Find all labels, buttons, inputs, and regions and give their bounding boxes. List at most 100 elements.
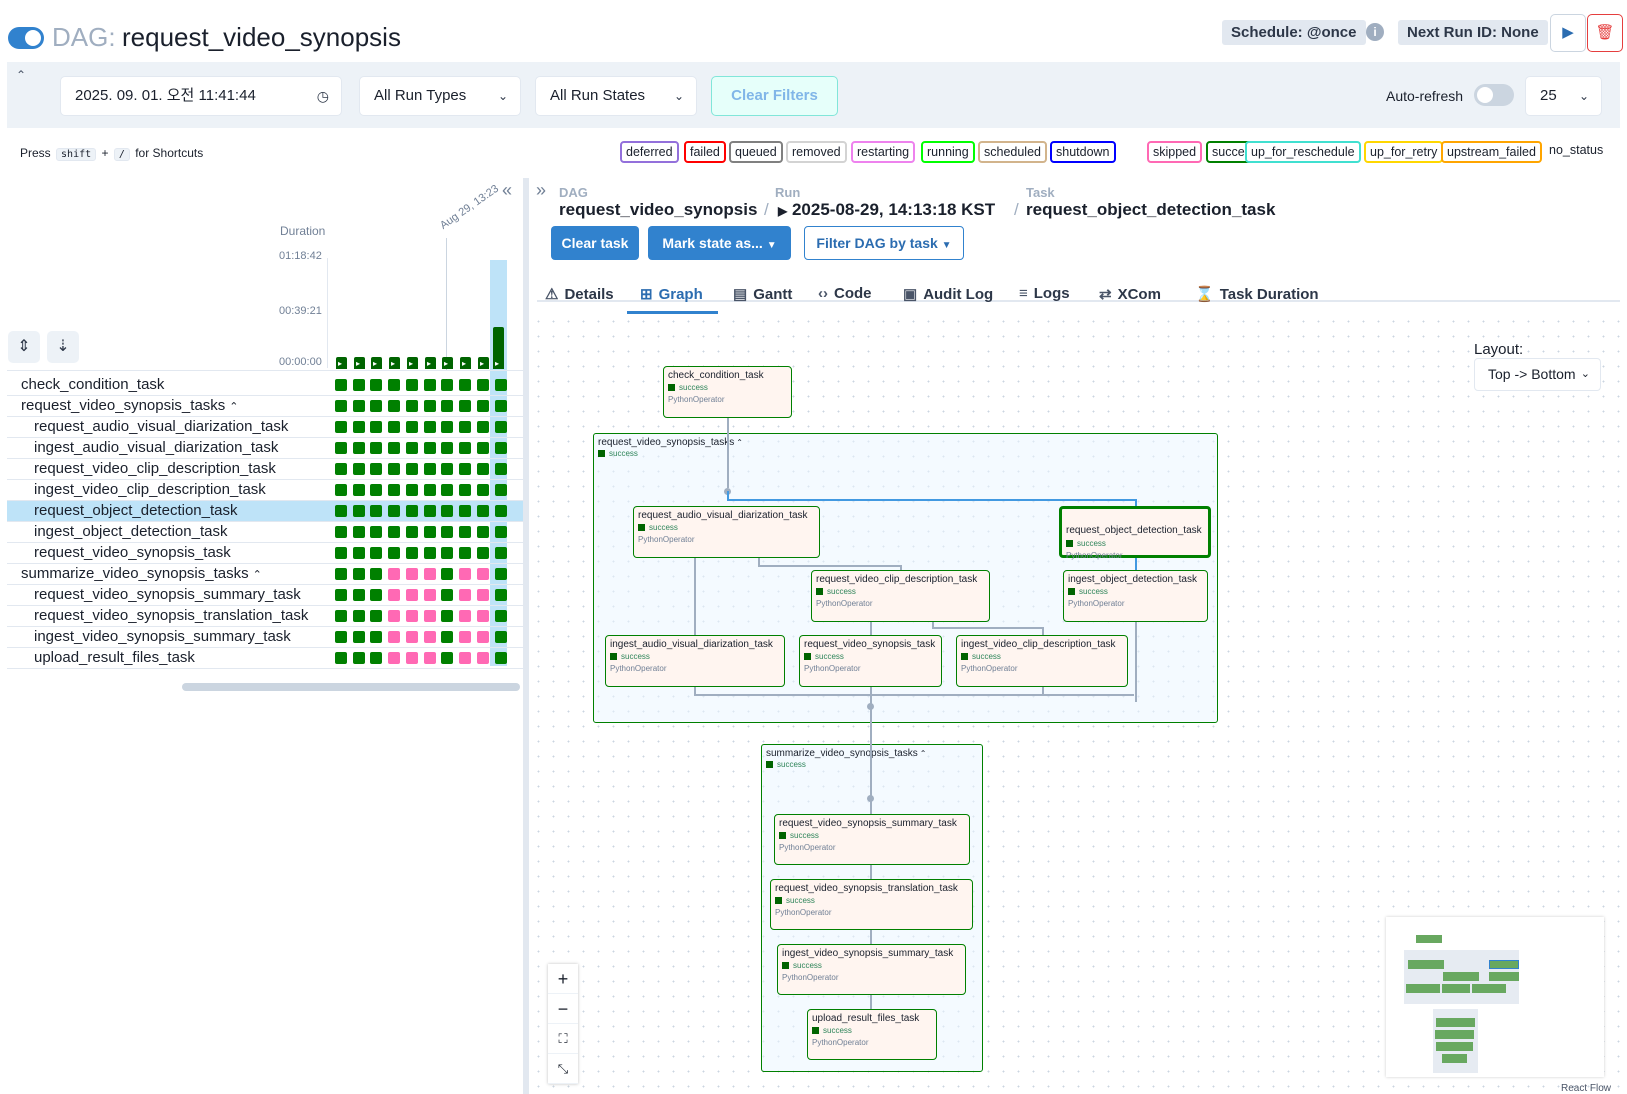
task-instance-cell[interactable] [477,379,489,391]
task-instance-cell[interactable] [406,610,418,622]
task-instance-cell[interactable] [335,547,347,559]
task-instance-cell[interactable] [353,505,365,517]
task-instance-cell[interactable] [370,547,382,559]
task-instance-cell[interactable] [370,463,382,475]
zoom-out-button[interactable]: − [548,994,578,1024]
task-node-tr[interactable]: request_video_synopsis_translation_task s… [770,879,973,930]
task-instance-cell[interactable] [424,505,436,517]
trigger-dag-button[interactable]: ▶ [1550,14,1586,52]
task-instance-cell[interactable] [335,505,347,517]
task-node-sum[interactable]: request_video_synopsis_summary_task succe… [774,814,970,865]
task-instance-cell[interactable] [353,652,365,664]
legend-removed[interactable]: removed [786,141,847,163]
task-name[interactable]: request_object_detection_task [34,502,237,519]
task-instance-cell[interactable] [424,484,436,496]
legend-restarting[interactable]: restarting [851,141,916,163]
task-group-row[interactable]: summarize_video_synopsis_tasks ⌃ [7,564,523,585]
task-instance-cell[interactable] [495,442,507,454]
task-instance-cell[interactable] [495,421,507,433]
task-instance-cell[interactable] [406,400,418,412]
task-instance-cell[interactable] [495,631,507,643]
expand-all-button[interactable]: ⇕ [8,331,40,363]
task-instance-cell[interactable] [459,484,471,496]
task-instance-cell[interactable] [370,505,382,517]
task-instance-cell[interactable] [477,652,489,664]
task-instance-cell[interactable] [459,631,471,643]
legend-queued[interactable]: queued [729,141,783,163]
react-flow-attribution[interactable]: React Flow [1561,1083,1611,1094]
task-instance-cell[interactable] [335,442,347,454]
task-instance-cell[interactable] [441,547,453,559]
run-states-select[interactable]: All Run States ⌄ [535,76,697,116]
collapse-grid-icon[interactable]: « [502,180,512,201]
task-instance-cell[interactable] [388,568,400,580]
task-instance-cell[interactable] [353,421,365,433]
task-instance-cell[interactable] [495,379,507,391]
task-instance-cell[interactable] [388,505,400,517]
task-instance-cell[interactable] [406,526,418,538]
task-instance-cell[interactable] [441,421,453,433]
task-instance-cell[interactable] [424,463,436,475]
task-instance-cell[interactable] [495,400,507,412]
task-instance-cell[interactable] [441,652,453,664]
task-row[interactable]: request_audio_visual_diarization_task [7,417,523,438]
task-instance-cell[interactable] [353,547,365,559]
task-row[interactable]: ingest_video_synopsis_summary_task [7,627,523,648]
task-row[interactable]: ingest_object_detection_task [7,522,523,543]
collapse-all-button[interactable]: ⇣ [47,331,79,363]
tab-xcom[interactable]: ⇄ XCom [1099,285,1161,303]
run-duration-bar[interactable] [336,357,347,369]
task-instance-cell[interactable] [370,442,382,454]
info-icon[interactable]: i [1366,23,1384,41]
task-instance-cell[interactable] [441,568,453,580]
run-duration-bar[interactable] [493,327,504,369]
task-row[interactable]: check_condition_task [7,375,523,396]
task-instance-cell[interactable] [459,400,471,412]
tab-graph[interactable]: ⊞ Graph [640,285,703,303]
task-instance-cell[interactable] [495,484,507,496]
task-instance-cell[interactable] [353,379,365,391]
minimap[interactable] [1386,917,1604,1077]
task-instance-cell[interactable] [335,589,347,601]
legend-skipped[interactable]: skipped [1147,141,1203,163]
task-instance-cell[interactable] [353,484,365,496]
task-name[interactable]: ingest_video_clip_description_task [34,481,266,498]
task-instance-cell[interactable] [495,652,507,664]
breadcrumb-run[interactable]: ▶ 2025-08-29, 14:13:18 KST [778,200,995,220]
task-instance-cell[interactable] [441,379,453,391]
task-instance-cell[interactable] [406,379,418,391]
task-instance-cell[interactable] [459,505,471,517]
task-instance-cell[interactable] [335,610,347,622]
task-instance-cell[interactable] [441,442,453,454]
task-instance-cell[interactable] [477,568,489,580]
task-instance-cell[interactable] [495,526,507,538]
task-instance-cell[interactable] [477,442,489,454]
task-instance-cell[interactable] [335,652,347,664]
task-instance-cell[interactable] [424,547,436,559]
task-instance-cell[interactable] [353,610,365,622]
task-instance-cell[interactable] [370,610,382,622]
clear-filters-button[interactable]: Clear Filters [711,76,838,116]
task-instance-cell[interactable] [459,568,471,580]
task-instance-cell[interactable] [424,442,436,454]
breadcrumb-task[interactable]: request_object_detection_task [1026,200,1275,220]
task-instance-cell[interactable] [495,568,507,580]
legend-running[interactable]: running [921,141,975,163]
expand-grid-icon[interactable]: » [536,180,546,201]
task-instance-cell[interactable] [335,484,347,496]
run-duration-bar[interactable] [478,357,489,369]
task-instance-cell[interactable] [477,484,489,496]
task-name[interactable]: ingest_video_synopsis_summary_task [34,628,291,645]
task-instance-cell[interactable] [406,421,418,433]
layout-select[interactable]: Top -> Bottom ⌄ [1474,358,1601,391]
run-duration-bar[interactable] [407,357,418,369]
chevron-up-icon[interactable]: ⌃ [736,438,743,447]
task-name[interactable]: ingest_object_detection_task [34,523,227,540]
delete-dag-button[interactable]: 🗑 [1587,14,1623,52]
panel-resizer[interactable] [523,178,529,1094]
task-instance-cell[interactable] [406,463,418,475]
task-instance-cell[interactable] [459,379,471,391]
task-name[interactable]: upload_result_files_task [34,649,195,666]
task-row[interactable]: request_object_detection_task [7,501,523,522]
task-instance-cell[interactable] [370,589,382,601]
